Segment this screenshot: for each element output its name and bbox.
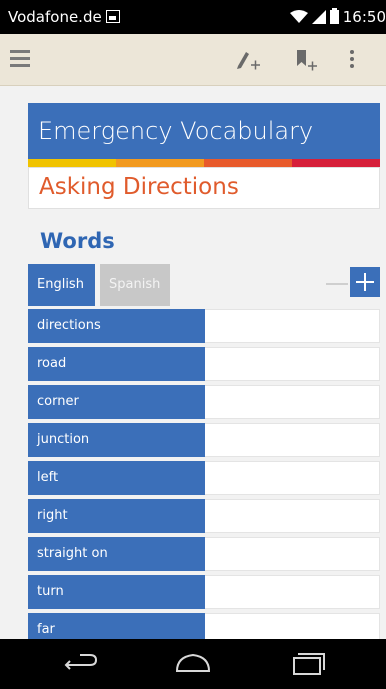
translation-cell[interactable] xyxy=(205,537,380,571)
back-icon[interactable] xyxy=(62,649,102,679)
translation-cell[interactable] xyxy=(205,613,380,639)
main-content: Emergency Vocabulary Asking Directions W… xyxy=(0,87,386,639)
word-cell[interactable]: corner xyxy=(28,385,205,419)
stripe-red xyxy=(292,159,380,167)
translation-cell[interactable] xyxy=(205,309,380,343)
word-cell[interactable]: left xyxy=(28,461,205,495)
list-item[interactable]: directions xyxy=(28,309,380,343)
more-vert-icon[interactable] xyxy=(350,50,356,70)
word-cell[interactable]: junction xyxy=(28,423,205,457)
status-bar: Vodafone.de 16:50 xyxy=(0,0,386,34)
clock: 16:50 xyxy=(342,8,386,26)
word-cell[interactable]: right xyxy=(28,499,205,533)
stripe-red-orange xyxy=(204,159,292,167)
translation-cell[interactable] xyxy=(205,461,380,495)
recents-icon[interactable] xyxy=(288,649,328,679)
edit-add-icon[interactable] xyxy=(234,46,262,74)
battery-icon xyxy=(329,8,339,24)
word-cell[interactable]: directions xyxy=(28,309,205,343)
translation-cell[interactable] xyxy=(205,347,380,381)
signal-icon xyxy=(311,10,326,24)
menu-icon[interactable] xyxy=(10,50,30,68)
word-cell[interactable]: straight on xyxy=(28,537,205,571)
word-cell[interactable]: turn xyxy=(28,575,205,609)
list-item[interactable]: junction xyxy=(28,423,380,457)
page-title: Emergency Vocabulary xyxy=(28,103,380,159)
title-stripe xyxy=(28,159,380,167)
minus-icon[interactable] xyxy=(326,283,348,285)
word-cell[interactable]: far xyxy=(28,613,205,639)
app-toolbar xyxy=(0,34,386,86)
wifi-icon xyxy=(289,10,308,23)
list-item[interactable]: corner xyxy=(28,385,380,419)
carrier-label: Vodafone.de xyxy=(8,8,102,26)
stripe-yellow xyxy=(28,159,116,167)
translation-cell[interactable] xyxy=(205,423,380,457)
list-item[interactable]: turn xyxy=(28,575,380,609)
tab-english[interactable]: English xyxy=(28,264,95,306)
words-heading: Words xyxy=(40,229,115,253)
tab-spanish[interactable]: Spanish xyxy=(100,264,170,306)
list-item[interactable]: left xyxy=(28,461,380,495)
stripe-orange xyxy=(116,159,204,167)
bookmark-add-icon[interactable] xyxy=(292,46,320,74)
add-word-button[interactable] xyxy=(350,267,380,297)
home-icon[interactable] xyxy=(173,649,213,679)
list-item[interactable]: far xyxy=(28,613,380,639)
word-cell[interactable]: road xyxy=(28,347,205,381)
list-item[interactable]: right xyxy=(28,499,380,533)
status-right: 16:50 xyxy=(289,8,386,26)
translation-cell[interactable] xyxy=(205,499,380,533)
system-nav-bar xyxy=(0,639,386,689)
page-subtitle: Asking Directions xyxy=(39,174,239,200)
translation-cell[interactable] xyxy=(205,385,380,419)
translation-cell[interactable] xyxy=(205,575,380,609)
list-item[interactable]: straight on xyxy=(28,537,380,571)
word-list: directions road corner junction left rig… xyxy=(28,309,380,639)
list-item[interactable]: road xyxy=(28,347,380,381)
image-notification-icon xyxy=(106,10,120,23)
subtitle-box: Asking Directions xyxy=(28,167,380,209)
